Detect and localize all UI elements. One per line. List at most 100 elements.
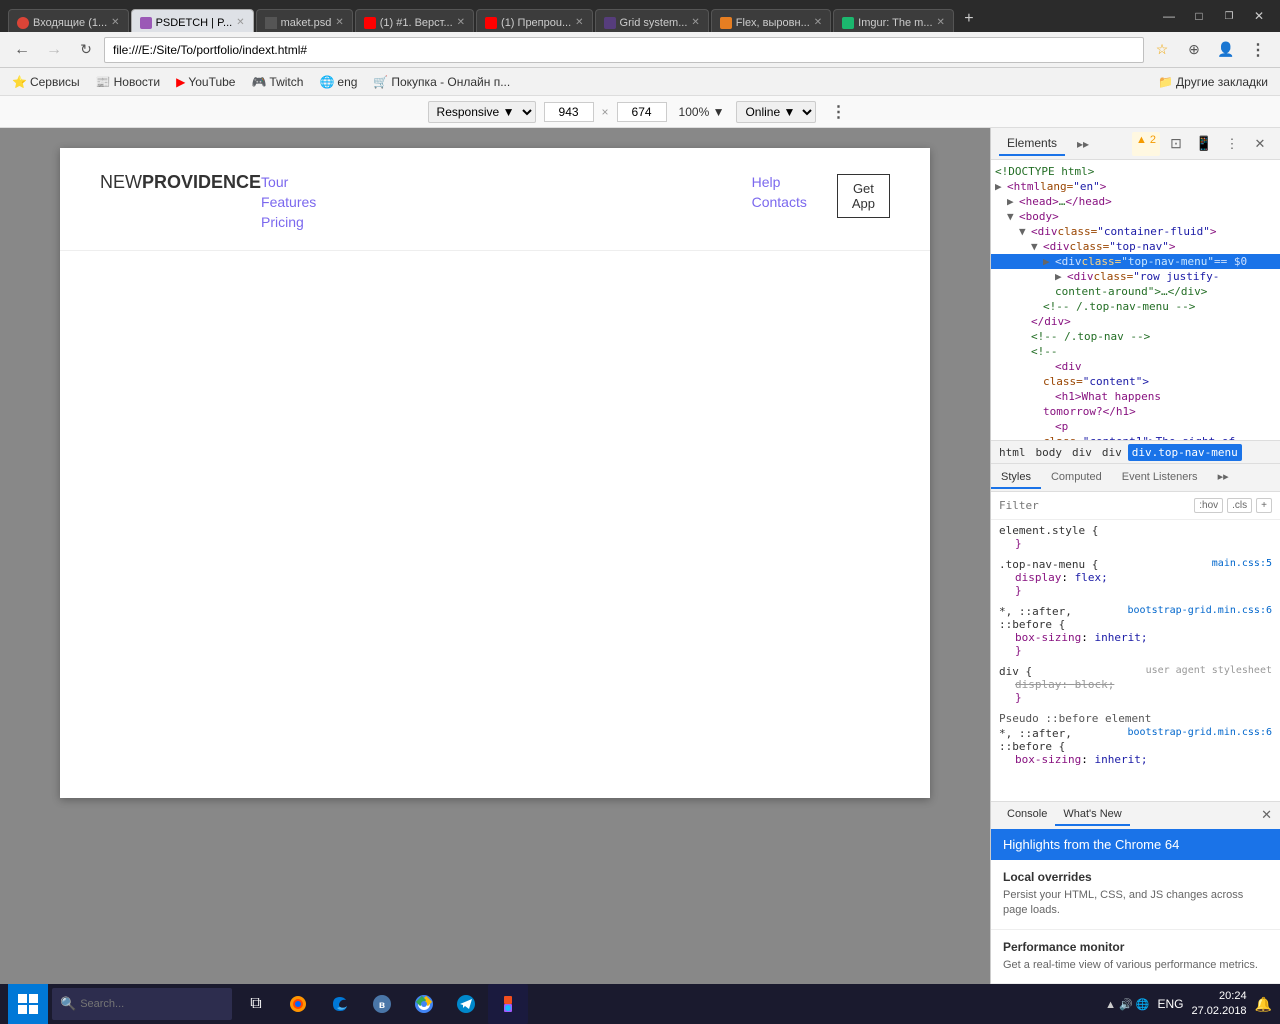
- reload-button[interactable]: ↻: [72, 36, 100, 64]
- topnav-toggle[interactable]: ▼: [1031, 240, 1043, 253]
- taskbar-search-input[interactable]: [80, 998, 200, 1010]
- filter-pill-add[interactable]: +: [1256, 498, 1272, 513]
- bookmark-star-button[interactable]: ☆: [1148, 36, 1176, 64]
- devtools-close-button[interactable]: ✕: [1248, 132, 1272, 156]
- tree-row[interactable]: ▶ <div class="row justify-: [991, 269, 1280, 284]
- styles-tab-styles[interactable]: Styles: [991, 467, 1041, 489]
- bookmark-youtube[interactable]: ▶ YouTube: [172, 73, 239, 91]
- nav-link-contacts[interactable]: Contacts: [752, 194, 807, 210]
- telegram-taskbar-icon[interactable]: [446, 984, 486, 1024]
- menu-button[interactable]: ⋮: [1244, 36, 1272, 64]
- bookmark-novosti[interactable]: 📰 Новости: [92, 73, 164, 91]
- tab-close-bootstrap[interactable]: ✕: [691, 17, 699, 28]
- start-button[interactable]: [8, 984, 48, 1024]
- nav-link-help[interactable]: Help: [752, 174, 807, 190]
- tab-yt2[interactable]: (1) Препроu... ✕: [476, 9, 593, 32]
- tab-flex[interactable]: Flex, выровн... ✕: [711, 9, 831, 32]
- devtools-inspect-button[interactable]: ⊡: [1164, 132, 1188, 156]
- tab-close-flex[interactable]: ✕: [814, 17, 822, 28]
- get-app-button[interactable]: Get App: [837, 174, 890, 218]
- tab-bootstrap[interactable]: Grid system... ✕: [595, 9, 709, 32]
- bottom-close-button[interactable]: ✕: [1261, 807, 1272, 823]
- tab-imgur[interactable]: Imgur: The m... ✕: [833, 9, 954, 32]
- nav-link-tour[interactable]: Tour: [261, 174, 316, 190]
- nav-link-features[interactable]: Features: [261, 194, 316, 210]
- edge-taskbar-icon[interactable]: [320, 984, 360, 1024]
- viewport-more-button[interactable]: ⋮: [824, 98, 852, 126]
- zoom-label[interactable]: 100% ▼: [675, 103, 729, 121]
- taskbar-search[interactable]: 🔍: [52, 988, 232, 1020]
- style-link-bootstrap2[interactable]: bootstrap-grid.min.css:6: [1128, 727, 1273, 738]
- address-bar[interactable]: [104, 37, 1144, 63]
- filter-input[interactable]: [999, 499, 1190, 512]
- tree-container[interactable]: ▼ <div class="container-fluid">: [991, 224, 1280, 239]
- tab-close-maket[interactable]: ✕: [335, 17, 343, 28]
- tree-body[interactable]: ▼ <body>: [991, 209, 1280, 224]
- vk-taskbar-icon[interactable]: в: [362, 984, 402, 1024]
- styles-tab-more[interactable]: ▸▸: [1208, 466, 1239, 489]
- maximize-button[interactable]: □: [1186, 6, 1212, 26]
- design-taskbar-icon[interactable]: [488, 984, 528, 1024]
- tree-doctype[interactable]: <!DOCTYPE html>: [991, 164, 1280, 179]
- breadcrumb-body[interactable]: body: [1032, 444, 1067, 461]
- firefox-taskbar-icon[interactable]: [278, 984, 318, 1024]
- extensions-button[interactable]: ⊕: [1180, 36, 1208, 64]
- tree-topnavmenu[interactable]: ▶ <div class="top-nav-menu" == $0: [991, 254, 1280, 269]
- tab-yt1[interactable]: (1) #1. Верст... ✕: [355, 9, 474, 32]
- bookmark-servisy[interactable]: ⭐ Сервисы: [8, 73, 84, 91]
- tree-content-div[interactable]: <div: [991, 359, 1280, 374]
- tree-topnavmenu-comment[interactable]: <!-- /.top-nav-menu -->: [991, 299, 1280, 314]
- bookmark-other[interactable]: 📁 Другие закладки: [1154, 73, 1272, 91]
- tab-maket[interactable]: maket.psd ✕: [256, 9, 353, 32]
- devtools-tab-elements[interactable]: Elements: [999, 132, 1065, 156]
- bookmark-twitch[interactable]: 🎮 Twitch: [247, 73, 307, 91]
- styles-tab-computed[interactable]: Computed: [1041, 467, 1112, 489]
- breadcrumb-div1[interactable]: div: [1068, 444, 1096, 461]
- filter-pill-hov[interactable]: :hov: [1194, 498, 1223, 513]
- task-view-button[interactable]: ⧉: [236, 984, 276, 1024]
- tab-close-imgur[interactable]: ✕: [937, 17, 945, 28]
- tree-div-close[interactable]: </div>: [991, 314, 1280, 329]
- devtools-settings-button[interactable]: ⋮: [1220, 132, 1244, 156]
- chrome-taskbar-icon[interactable]: [404, 984, 444, 1024]
- tab-close-yt2[interactable]: ✕: [575, 17, 583, 28]
- tree-html[interactable]: ▶ <html lang="en">: [991, 179, 1280, 194]
- devtools-device-button[interactable]: 📱: [1192, 132, 1216, 156]
- tab-close-active[interactable]: ✕: [236, 17, 244, 28]
- bottom-tab-whatsnew[interactable]: What's New: [1055, 804, 1129, 826]
- breadcrumb-topnavmenu[interactable]: div.top-nav-menu: [1128, 444, 1242, 461]
- html-toggle[interactable]: ▶: [995, 180, 1007, 193]
- user-button[interactable]: 👤: [1212, 36, 1240, 64]
- bookmark-shop[interactable]: 🛒 Покупка - Онлайн п...: [369, 73, 514, 91]
- elements-tree[interactable]: <!DOCTYPE html> ▶ <html lang="en"> ▶ <he…: [991, 160, 1280, 440]
- back-button[interactable]: ←: [8, 36, 36, 64]
- container-toggle[interactable]: ▼: [1019, 225, 1031, 238]
- breadcrumb-html[interactable]: html: [995, 444, 1030, 461]
- tab-close[interactable]: ✕: [111, 17, 119, 28]
- tree-head[interactable]: ▶ <head>…</head>: [991, 194, 1280, 209]
- tree-p[interactable]: <p: [991, 419, 1280, 434]
- tree-topnav[interactable]: ▼ <div class="top-nav">: [991, 239, 1280, 254]
- minimize-button[interactable]: —: [1156, 6, 1182, 26]
- tree-row2[interactable]: content-around">…</div>: [991, 284, 1280, 299]
- tab-psdetch[interactable]: PSDETCH | P... ✕: [131, 9, 254, 32]
- online-select[interactable]: Online ▼: [736, 101, 816, 123]
- style-link-bootstrap[interactable]: bootstrap-grid.min.css:6: [1128, 605, 1273, 616]
- tab-gmail[interactable]: Входящие (1... ✕: [8, 9, 129, 32]
- restore-button[interactable]: ❐: [1216, 6, 1242, 26]
- viewport-width-input[interactable]: [544, 102, 594, 122]
- filter-pill-cls[interactable]: .cls: [1227, 498, 1252, 513]
- tree-content-class[interactable]: class="content">: [991, 374, 1280, 389]
- devtools-tab-more[interactable]: ▸▸: [1069, 133, 1097, 155]
- close-button[interactable]: ✕: [1246, 6, 1272, 26]
- styles-tab-eventlisteners[interactable]: Event Listeners: [1112, 467, 1208, 489]
- head-toggle[interactable]: ▶: [1007, 195, 1019, 208]
- tree-topnav-comment[interactable]: <!-- /.top-nav -->: [991, 329, 1280, 344]
- forward-button[interactable]: →: [40, 36, 68, 64]
- tree-h1-close[interactable]: tomorrow?</h1>: [991, 404, 1280, 419]
- bookmark-eng[interactable]: 🌐 eng: [315, 73, 361, 91]
- notifications-icon[interactable]: 🔔: [1255, 996, 1272, 1013]
- bottom-tab-console[interactable]: Console: [999, 804, 1055, 826]
- style-link-main[interactable]: main.css:5: [1212, 558, 1272, 569]
- viewport-height-input[interactable]: [617, 102, 667, 122]
